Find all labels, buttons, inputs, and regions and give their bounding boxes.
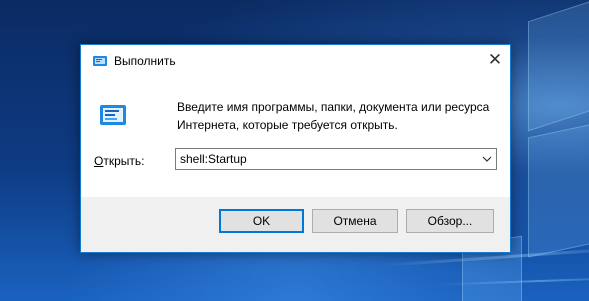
open-combobox[interactable] [175,148,497,170]
close-icon: ✕ [487,50,503,70]
chevron-down-icon[interactable] [478,149,496,169]
open-label-mnemonic: О [94,154,104,168]
description-line: Интернета, которые требуется открыть. [177,118,398,132]
run-icon [98,99,130,131]
open-label: Открыть: [94,154,144,168]
close-button[interactable]: ✕ [480,45,510,76]
run-icon [92,53,108,69]
browse-button[interactable]: Обзор... [406,209,494,233]
run-dialog: Выполнить ✕ Введите имя программы, папки… [80,44,511,253]
description-line: Введите имя программы, папки, документа … [177,100,490,114]
title-bar[interactable]: Выполнить ✕ [81,45,510,76]
open-label-text: ткрыть: [103,154,145,168]
open-input[interactable] [176,149,478,169]
ok-button[interactable]: OK [219,209,304,233]
window-title: Выполнить [114,53,176,68]
button-bar: OK Отмена Обзор... [81,197,510,252]
description-text: Введите имя программы, папки, документа … [177,98,497,134]
wallpaper-pane [528,0,589,132]
wallpaper-pane [528,122,589,258]
dialog-content: Введите имя программы, папки, документа … [81,76,510,197]
cancel-button[interactable]: Отмена [312,209,398,233]
